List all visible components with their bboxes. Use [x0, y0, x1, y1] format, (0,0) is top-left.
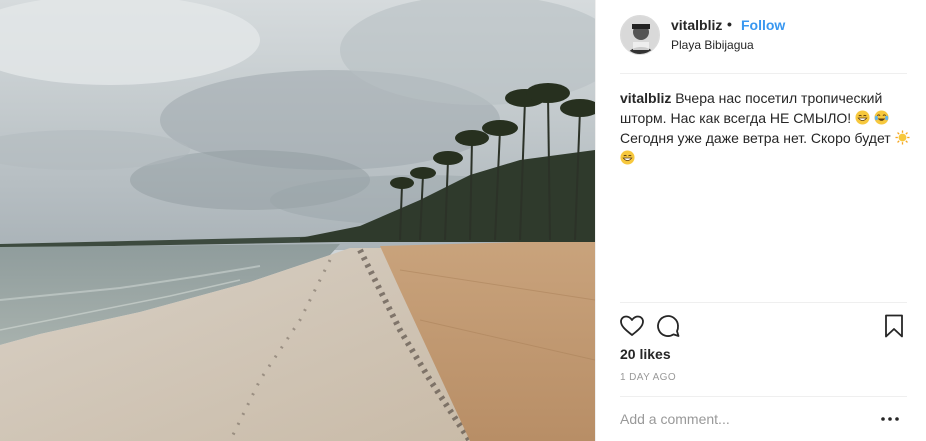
like-button[interactable] — [618, 312, 646, 340]
post-username[interactable]: vitalbliz — [671, 17, 722, 33]
avatar-image — [621, 16, 659, 54]
comment-button[interactable] — [654, 312, 682, 340]
post-header: vitalbliz • Follow Playa Bibijagua — [596, 0, 926, 73]
bookmark-icon — [885, 314, 903, 338]
comment-divider — [620, 396, 907, 397]
grinning-face-emoji-icon — [620, 150, 635, 165]
heart-icon — [620, 315, 644, 336]
save-button[interactable] — [880, 312, 908, 340]
more-options-icon — [881, 417, 899, 421]
more-options-button[interactable] — [878, 408, 902, 430]
avatar[interactable] — [620, 15, 660, 55]
post-actions — [618, 312, 908, 340]
likes-count[interactable]: 20 likes — [620, 346, 671, 362]
caption-text-2: Сегодня уже даже ветра нет. Скоро будет — [620, 130, 891, 146]
caption-username[interactable]: vitalbliz — [620, 90, 671, 106]
post-caption: vitalbliz Вчера нас посетил тропический … — [620, 88, 910, 168]
grinning-face-emoji-icon — [855, 110, 870, 125]
post-photo[interactable] — [0, 0, 595, 441]
actions-divider — [620, 302, 907, 303]
comment-bubble-icon — [657, 315, 680, 337]
beach-photo-image — [0, 0, 595, 441]
separator-dot: • — [727, 16, 732, 32]
sun-emoji-icon — [895, 130, 910, 145]
comment-input[interactable] — [620, 408, 870, 430]
post-panel: vitalbliz • Follow Playa Bibijagua vital… — [595, 0, 926, 441]
follow-button[interactable]: Follow — [741, 17, 785, 33]
header-divider — [620, 73, 907, 74]
post-location[interactable]: Playa Bibijagua — [671, 38, 754, 52]
tears-of-joy-emoji-icon — [874, 110, 889, 125]
post-timestamp[interactable]: 1 DAY AGO — [620, 372, 676, 383]
